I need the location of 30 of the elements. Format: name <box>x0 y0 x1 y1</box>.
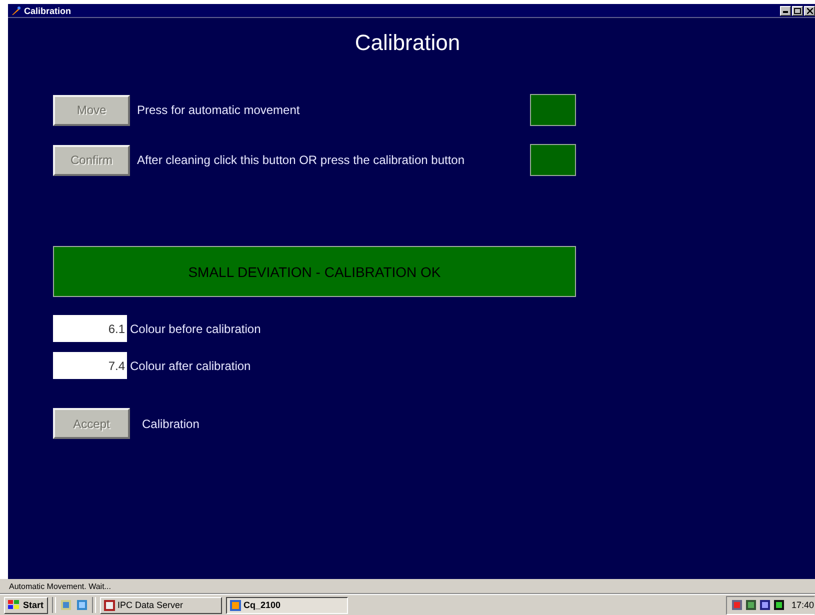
clock: 17:40 <box>791 600 814 610</box>
windows-logo-icon <box>8 600 20 610</box>
close-button[interactable] <box>804 6 815 16</box>
field-label: Colour before calibration <box>130 322 261 336</box>
tray-icon <box>745 599 758 611</box>
tray-icon <box>773 599 786 611</box>
value-field[interactable]: 6.1 <box>53 315 127 342</box>
app-icon <box>11 6 21 16</box>
tray-icon <box>759 599 772 611</box>
window-title: Calibration <box>24 6 72 16</box>
tray-icon <box>731 599 744 611</box>
taskbar-task[interactable]: IPC Data Server <box>100 596 222 614</box>
app-icon <box>104 600 115 610</box>
step-description: After cleaning click this button OR press the calibration button <box>137 153 465 167</box>
start-button[interactable]: Start <box>4 596 48 614</box>
maximize-button[interactable] <box>792 6 803 16</box>
taskbar-task[interactable]: Cq_2100 <box>226 596 348 614</box>
field-label: Colour after calibration <box>130 358 251 372</box>
app-icon <box>230 600 241 610</box>
step-description: Press for automatic movement <box>137 103 300 117</box>
page-heading: Calibration <box>354 30 462 56</box>
quicklaunch-icon <box>60 599 72 611</box>
maximize-icon <box>794 8 801 14</box>
accept-label: Calibration <box>142 416 200 430</box>
status-text: Automatic Movement. Wait... <box>9 582 111 590</box>
close-icon <box>806 8 812 14</box>
minimize-button[interactable] <box>780 6 791 16</box>
minimize-icon <box>783 8 788 13</box>
result-message: SMALL DEVIATION - CALIBRATION OK <box>188 264 441 280</box>
value-field[interactable]: 7.4 <box>53 352 127 379</box>
